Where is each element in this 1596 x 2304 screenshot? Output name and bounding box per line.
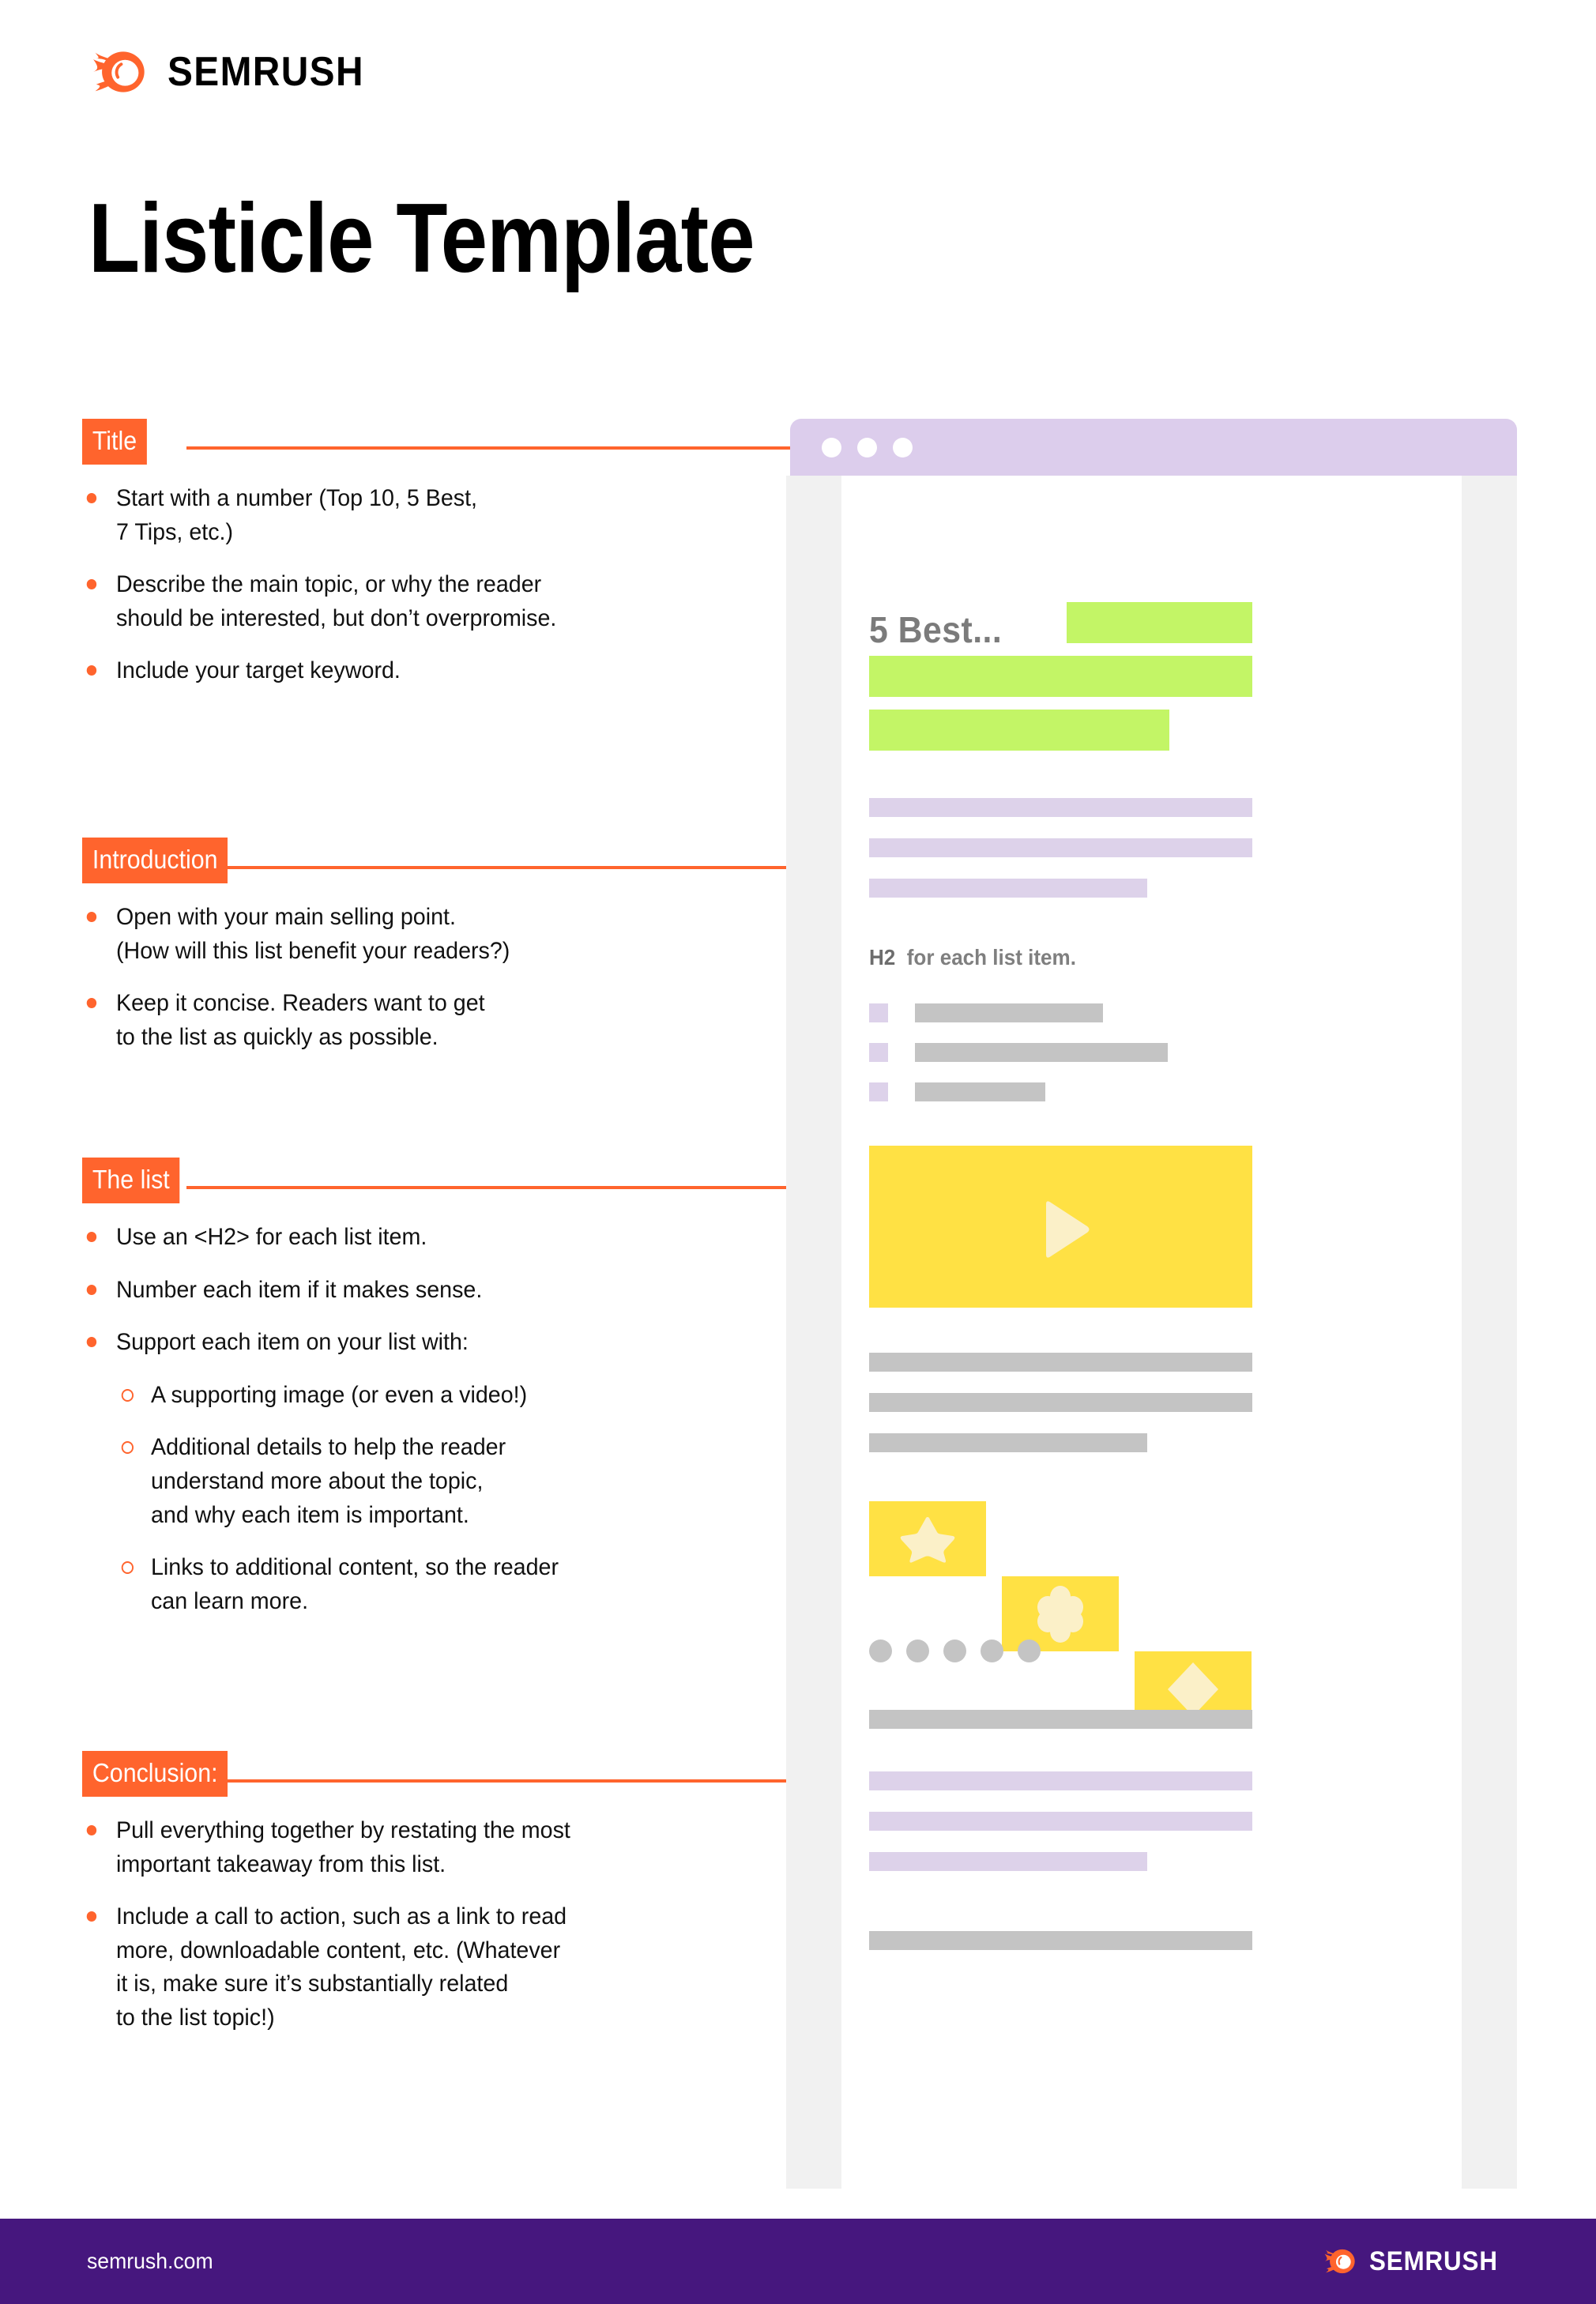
section-introduction: Introduction Open with your main selling… bbox=[82, 838, 754, 1073]
footer-website-link[interactable]: semrush.com bbox=[87, 2249, 213, 2274]
placeholder-bar-gray bbox=[869, 1710, 1252, 1729]
list-bullet-square bbox=[869, 1043, 888, 1062]
placeholder-bar-green bbox=[869, 656, 1252, 697]
section-tag-title: Title bbox=[82, 419, 147, 465]
list-item: Describe the main topic, or why the read… bbox=[82, 568, 724, 635]
section-tag-the-list: The list bbox=[82, 1158, 180, 1203]
placeholder-bar-lilac bbox=[869, 1852, 1147, 1871]
list-item: Pull everything together by restating th… bbox=[82, 1814, 724, 1881]
shape-card[interactable] bbox=[1002, 1576, 1119, 1651]
flower-icon bbox=[1037, 1586, 1083, 1643]
list-item: Include your target keyword. bbox=[82, 654, 724, 688]
browser-mockup: 5 Best... H2 for each list item. bbox=[786, 419, 1517, 2189]
placeholder-bar-green bbox=[869, 710, 1169, 751]
avatar bbox=[943, 1640, 966, 1662]
section-conclusion: Conclusion: Pull everything together by … bbox=[82, 1751, 754, 2054]
placeholder-bar-lilac bbox=[869, 1771, 1252, 1790]
placeholder-bar-gray bbox=[915, 1003, 1103, 1022]
placeholder-bar-gray bbox=[869, 1931, 1252, 1950]
page-footer: semrush.com SEMRUSH bbox=[0, 2219, 1596, 2304]
list-bullet-square bbox=[869, 1003, 888, 1022]
placeholder-bar-gray bbox=[915, 1043, 1168, 1062]
list-item: Open with your main selling point. (How w… bbox=[82, 901, 724, 968]
browser-chrome-bar bbox=[790, 419, 1517, 476]
video-placeholder[interactable] bbox=[869, 1146, 1252, 1308]
infographic-page: SEMRUSH Listicle Template Title Start wi… bbox=[0, 0, 1596, 2304]
placeholder-bar-lilac bbox=[869, 838, 1252, 857]
brand-wordmark: SEMRUSH bbox=[1368, 2246, 1498, 2276]
semrush-flame-logo-icon bbox=[93, 51, 145, 92]
placeholder-bar-lilac bbox=[869, 1812, 1252, 1831]
list-item: Use an <H2> for each list item. bbox=[82, 1221, 724, 1255]
placeholder-bar-lilac bbox=[869, 798, 1252, 817]
brand-logo-header: SEMRUSH bbox=[88, 41, 382, 103]
bullet-list-conclusion: Pull everything together by restating th… bbox=[82, 1814, 754, 2035]
bullet-list-the-list: Use an <H2> for each list item. Number e… bbox=[82, 1221, 754, 1360]
list-item: Include a call to action, such as a link… bbox=[82, 1900, 724, 2035]
section-the-list: The list Use an <H2> for each list item.… bbox=[82, 1158, 754, 1637]
avatar bbox=[906, 1640, 929, 1662]
list-item: Start with a number (Top 10, 5 Best, 7 Ti… bbox=[82, 482, 724, 549]
list-item: Number each item if it makes sense. bbox=[82, 1274, 724, 1308]
placeholder-bar-gray bbox=[869, 1353, 1252, 1372]
browser-viewport: 5 Best... H2 for each list item. bbox=[841, 476, 1462, 2189]
mockup-h2-label: H2 bbox=[869, 945, 896, 969]
mockup-page-title: 5 Best... bbox=[869, 609, 1003, 650]
play-triangle-icon[interactable] bbox=[1032, 1198, 1095, 1261]
shape-card[interactable] bbox=[869, 1501, 986, 1576]
star-icon bbox=[900, 1517, 955, 1563]
section-title: Title Start with a number (Top 10, 5 Bes… bbox=[82, 419, 754, 707]
list-item: A supporting image (or even a video!) bbox=[117, 1379, 725, 1413]
section-tag-conclusion: Conclusion: bbox=[82, 1751, 228, 1797]
section-tag-introduction: Introduction bbox=[82, 838, 228, 883]
avatar bbox=[869, 1640, 892, 1662]
window-close-dot-icon[interactable] bbox=[822, 438, 841, 457]
list-item: Links to additional content, so the read… bbox=[117, 1551, 725, 1618]
brand-logo-footer: SEMRUSH bbox=[1322, 2243, 1509, 2280]
placeholder-bar-gray bbox=[869, 1393, 1252, 1412]
placeholder-bar-gray bbox=[869, 1433, 1147, 1452]
window-minimize-dot-icon[interactable] bbox=[857, 438, 877, 457]
semrush-flame-logo-icon bbox=[1324, 2249, 1355, 2274]
avatar bbox=[981, 1640, 1003, 1662]
placeholder-bar-lilac bbox=[869, 879, 1147, 898]
window-maximize-dot-icon[interactable] bbox=[893, 438, 913, 457]
list-item: Support each item on your list with: bbox=[82, 1326, 724, 1360]
list-bullet-square bbox=[869, 1082, 888, 1101]
avatar bbox=[1018, 1640, 1041, 1662]
brand-wordmark: SEMRUSH bbox=[168, 49, 364, 95]
mockup-h2-line: H2 for each list item. bbox=[869, 945, 1076, 970]
window-controls[interactable] bbox=[822, 438, 913, 457]
page-title: Listicle Template bbox=[88, 184, 755, 293]
placeholder-bar-gray bbox=[915, 1082, 1045, 1101]
sub-bullet-list-the-list: A supporting image (or even a video!) Ad… bbox=[117, 1379, 754, 1619]
placeholder-bar-green bbox=[1067, 602, 1252, 643]
list-item: Additional details to help the reader und… bbox=[117, 1431, 725, 1532]
bullet-list-introduction: Open with your main selling point. (How w… bbox=[82, 901, 754, 1054]
mockup-h2-text: for each list item. bbox=[906, 945, 1076, 969]
bullet-list-title: Start with a number (Top 10, 5 Best, 7 Ti… bbox=[82, 482, 754, 688]
list-item: Keep it concise. Readers want to get to t… bbox=[82, 987, 724, 1054]
